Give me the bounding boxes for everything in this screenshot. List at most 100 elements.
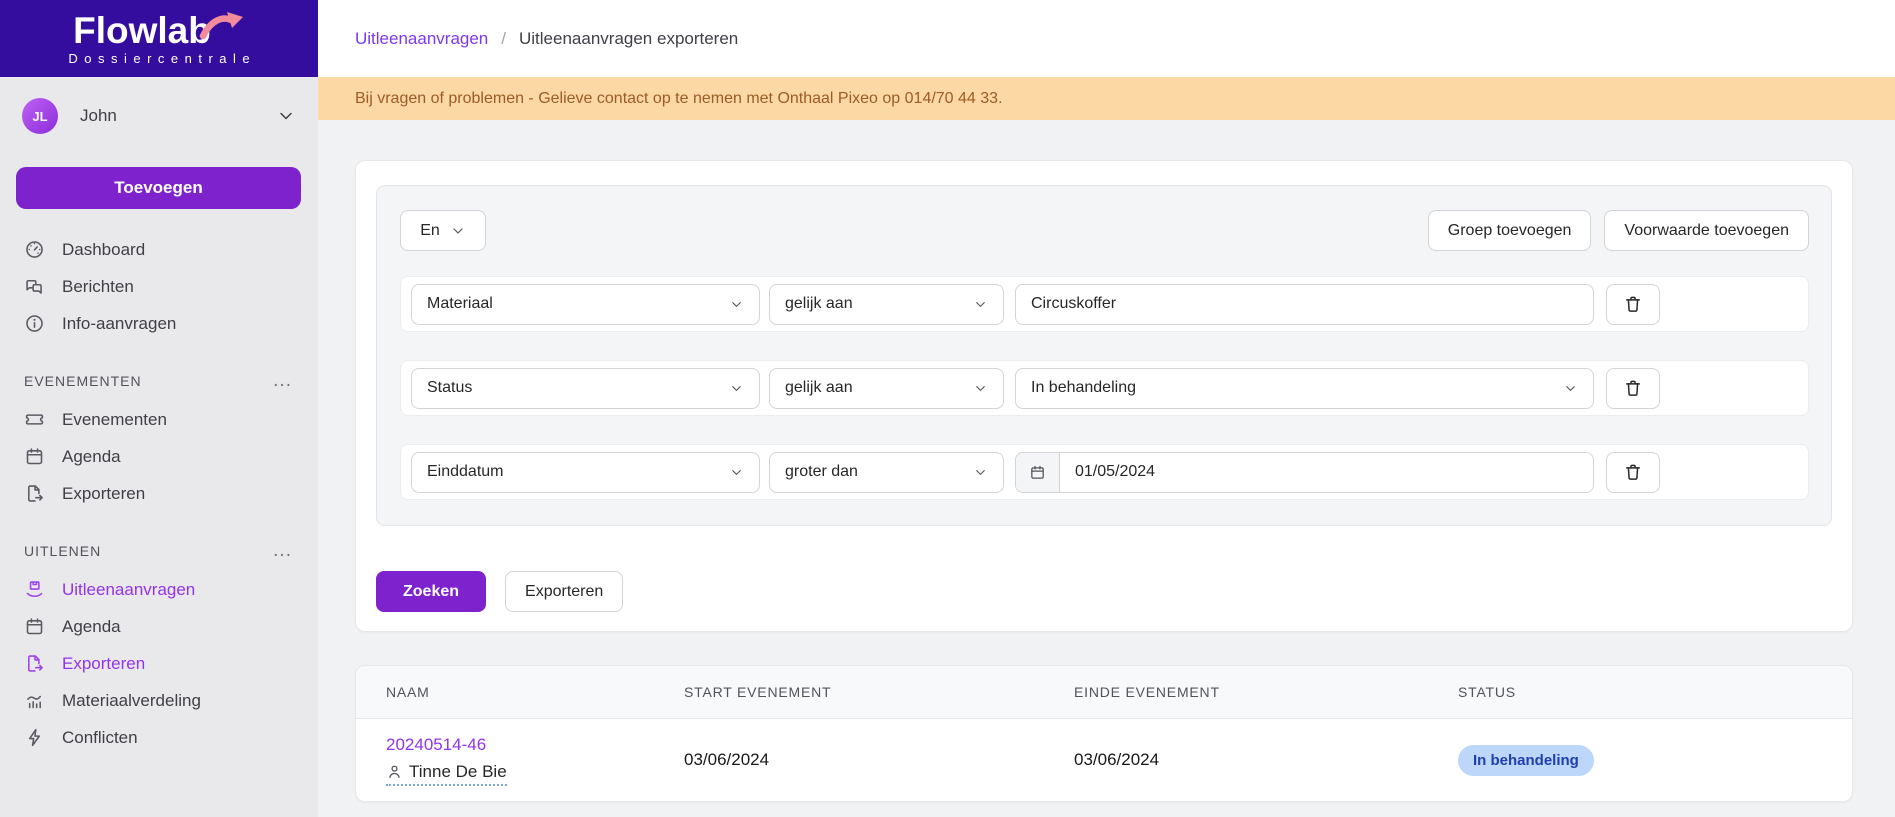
export-button[interactable]: Exporteren	[505, 571, 623, 612]
chart-icon	[24, 690, 45, 711]
add-group-button[interactable]: Groep toevoegen	[1428, 210, 1592, 251]
trash-icon	[1623, 378, 1643, 398]
field-select-value: Einddatum	[427, 463, 504, 481]
brand-name: Flowlab	[73, 12, 211, 49]
breadcrumb-parent-link[interactable]: Uitleenaanvragen	[355, 29, 488, 49]
value-select-value: In behandeling	[1031, 379, 1136, 397]
delete-row-button[interactable]	[1606, 284, 1660, 325]
add-condition-button[interactable]: Voorwaarde toevoegen	[1604, 210, 1809, 251]
sidebar-item-label: Exporteren	[62, 484, 145, 504]
logo[interactable]: Flowlab Dossiercentrale	[0, 0, 318, 77]
section-more-button[interactable]: ...	[273, 541, 292, 560]
field-select[interactable]: Einddatum	[411, 452, 760, 493]
chevron-down-icon	[973, 465, 988, 480]
gauge-icon	[24, 239, 45, 260]
sidebar-item-conflicten[interactable]: Conflicten	[0, 719, 318, 756]
start-date: 03/06/2024	[684, 750, 1074, 770]
requester[interactable]: Tinne De Bie	[386, 762, 507, 786]
chevron-down-icon	[729, 297, 744, 312]
column-header-einde: EINDE EVENEMENT	[1074, 684, 1458, 700]
filter-row: Materiaal gelijk aan	[400, 276, 1809, 332]
sidebar: Flowlab Dossiercentrale JL John Toevoege…	[0, 0, 318, 817]
app: Flowlab Dossiercentrale JL John Toevoege…	[0, 0, 1895, 817]
date-input[interactable]	[1060, 453, 1593, 492]
logic-operator-dropdown[interactable]: En	[400, 210, 486, 251]
table-row[interactable]: 20240514-46 Tinne De Bie 03/06/2024 03/0…	[356, 719, 1852, 801]
user-menu[interactable]: JL John	[0, 77, 318, 134]
end-date: 03/06/2024	[1074, 750, 1458, 770]
logic-operator-value: En	[420, 222, 440, 240]
operator-select[interactable]: groter dan	[769, 452, 1004, 493]
sidebar-item-agenda-uitlenen[interactable]: Agenda	[0, 608, 318, 645]
calendar-icon	[1029, 464, 1046, 481]
sidebar-item-evenementen[interactable]: Evenementen	[0, 401, 318, 438]
sidebar-item-label: Materiaalverdeling	[62, 691, 201, 711]
banner-text: Bij vragen of problemen - Gelieve contac…	[355, 90, 1003, 108]
search-button[interactable]: Zoeken	[376, 571, 486, 612]
trash-icon	[1623, 294, 1643, 314]
chevron-down-icon	[450, 223, 466, 239]
add-button[interactable]: Toevoegen	[16, 167, 301, 209]
person-icon	[386, 763, 403, 780]
sidebar-item-label: Dashboard	[62, 240, 145, 260]
calendar-icon	[24, 446, 45, 467]
breadcrumb-separator: /	[501, 29, 506, 49]
bolt-icon	[24, 727, 45, 748]
section-title: UITLENEN	[24, 543, 101, 559]
results-table: NAAM START EVENEMENT EINDE EVENEMENT STA…	[355, 665, 1853, 802]
status-badge: In behandeling	[1458, 745, 1594, 776]
sidebar-item-label: Berichten	[62, 277, 134, 297]
value-input[interactable]	[1015, 284, 1594, 325]
operator-select[interactable]: gelijk aan	[769, 284, 1004, 325]
delete-row-button[interactable]	[1606, 452, 1660, 493]
column-header-start: START EVENEMENT	[684, 684, 1074, 700]
value-select[interactable]: In behandeling	[1015, 368, 1594, 409]
sidebar-item-dashboard[interactable]: Dashboard	[0, 231, 318, 268]
chevron-down-icon	[729, 465, 744, 480]
sidebar-item-label: Agenda	[62, 617, 121, 637]
sidebar-item-uitleenaanvragen[interactable]: Uitleenaanvragen	[0, 571, 318, 608]
sidebar-item-info-aanvragen[interactable]: Info-aanvragen	[0, 305, 318, 342]
hand-box-icon	[24, 579, 45, 600]
section-more-button[interactable]: ...	[273, 371, 292, 390]
main: Uitleenaanvragen / Uitleenaanvragen expo…	[318, 0, 1895, 817]
avatar: JL	[22, 98, 58, 134]
field-select[interactable]: Status	[411, 368, 760, 409]
chevron-down-icon	[973, 381, 988, 396]
field-select-value: Materiaal	[427, 295, 493, 313]
operator-select-value: gelijk aan	[785, 379, 853, 397]
chevron-down-icon[interactable]	[276, 106, 296, 126]
sidebar-item-label: Conflicten	[62, 728, 138, 748]
sidebar-item-exporteren-uitlenen[interactable]: Exporteren	[0, 645, 318, 682]
column-header-naam: NAAM	[356, 684, 684, 700]
trash-icon	[1623, 462, 1643, 482]
operator-select[interactable]: gelijk aan	[769, 368, 1004, 409]
chevron-down-icon	[729, 381, 744, 396]
section-title: EVENEMENTEN	[24, 373, 142, 389]
filter-group: En Groep toevoegen Voorwaarde toevoegen …	[376, 185, 1832, 526]
requester-name: Tinne De Bie	[409, 762, 507, 782]
date-input-group	[1015, 452, 1594, 493]
filter-row: Einddatum groter dan	[400, 444, 1809, 500]
filter-card: En Groep toevoegen Voorwaarde toevoegen …	[355, 160, 1853, 632]
section-evenementen: EVENEMENTEN ...	[0, 371, 318, 390]
calendar-picker-button[interactable]	[1016, 453, 1060, 492]
brand-subtitle: Dossiercentrale	[62, 51, 256, 66]
operator-select-value: groter dan	[785, 463, 858, 481]
export-icon	[24, 483, 45, 504]
field-select[interactable]: Materiaal	[411, 284, 760, 325]
section-uitlenen: UITLENEN ...	[0, 541, 318, 560]
content: En Groep toevoegen Voorwaarde toevoegen …	[318, 120, 1895, 817]
chat-icon	[24, 276, 45, 297]
sidebar-item-materiaalverdeling[interactable]: Materiaalverdeling	[0, 682, 318, 719]
sidebar-item-agenda-evenementen[interactable]: Agenda	[0, 438, 318, 475]
logo-arrow-icon	[197, 6, 245, 40]
filter-row: Status gelijk aan In behandeling	[400, 360, 1809, 416]
sidebar-item-exporteren-evenementen[interactable]: Exporteren	[0, 475, 318, 512]
operator-select-value: gelijk aan	[785, 295, 853, 313]
delete-row-button[interactable]	[1606, 368, 1660, 409]
request-link[interactable]: 20240514-46	[386, 735, 486, 755]
info-icon	[24, 313, 45, 334]
ticket-icon	[24, 409, 45, 430]
sidebar-item-berichten[interactable]: Berichten	[0, 268, 318, 305]
